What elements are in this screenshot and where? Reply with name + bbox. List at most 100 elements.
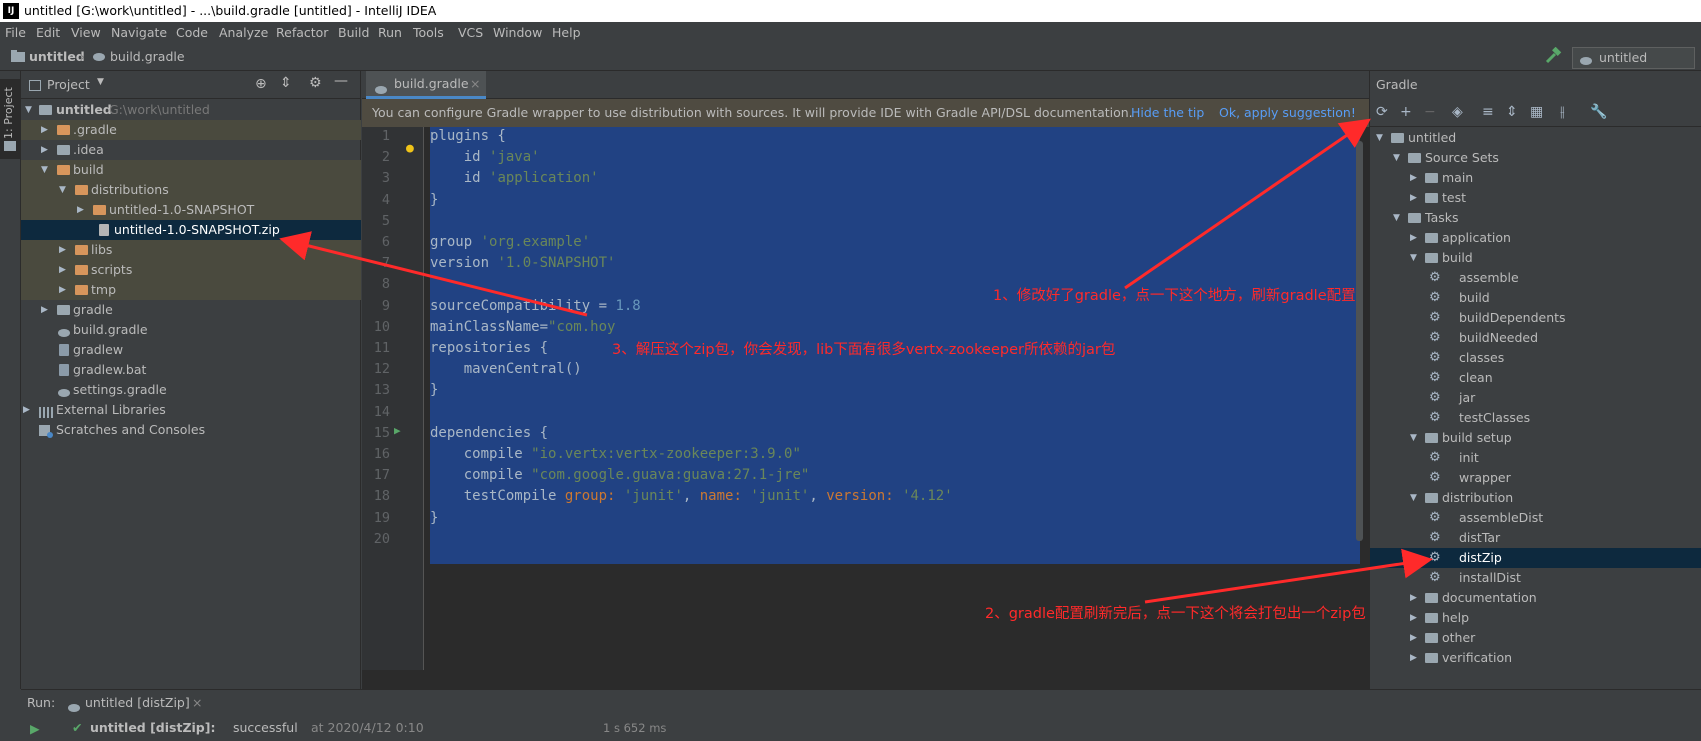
gradle-task-item[interactable]: ⚙ assemble — [1370, 268, 1701, 288]
line-number: 3 — [381, 170, 390, 186]
gradle-tree-item[interactable]: ▼ build setup — [1370, 428, 1701, 448]
menu-window[interactable]: Window — [493, 22, 542, 43]
chevron-down-icon[interactable]: ▼ — [97, 77, 104, 87]
gradle-tree-item[interactable]: ▶ main — [1370, 168, 1701, 188]
toggle-offline-icon[interactable]: ⫲ — [1560, 104, 1565, 120]
line-number: 17 — [373, 467, 390, 483]
execute-task-icon[interactable]: ◈ — [1452, 104, 1463, 120]
gradle-tree-item[interactable]: ▼ Tasks — [1370, 208, 1701, 228]
tree-item-scripts[interactable]: ▶ scripts — [21, 260, 361, 280]
gradle-tree-item[interactable]: ▶ help — [1370, 608, 1701, 628]
gradle-task-item[interactable]: ⚙ jar — [1370, 388, 1701, 408]
gradle-tree-item[interactable]: ▼ distribution — [1370, 488, 1701, 508]
gradle-task-item[interactable]: ⚙ build — [1370, 288, 1701, 308]
close-icon[interactable]: × — [470, 71, 480, 97]
menu-vcs[interactable]: VCS — [458, 22, 483, 43]
gradle-task-item[interactable]: ⚙ wrapper — [1370, 468, 1701, 488]
gradle-task-item[interactable]: ⚙ assembleDist — [1370, 508, 1701, 528]
tree-item-gradlew-bat[interactable]: gradlew.bat — [21, 360, 361, 380]
gradle-task-item[interactable]: ⚙ distZip — [1370, 548, 1701, 568]
build-hammer-icon[interactable] — [1544, 46, 1562, 68]
menu-run[interactable]: Run — [378, 22, 402, 43]
gradle-tree-item[interactable]: ▶ other — [1370, 628, 1701, 648]
gradle-task-item[interactable]: ⚙ distTar — [1370, 528, 1701, 548]
collapsed-arrow-icon: ▶ — [41, 305, 48, 315]
collapse-all-icon[interactable]: ⇕ — [280, 75, 292, 91]
code-token: 'application' — [489, 170, 599, 186]
menu-edit[interactable]: Edit — [36, 22, 60, 43]
gradle-tree-item[interactable]: ▼ build — [1370, 248, 1701, 268]
left-tool-stripe: 1: Project — [0, 71, 21, 689]
code-token: '4.12' — [902, 488, 953, 504]
wrench-icon[interactable]: 🔧 — [1590, 104, 1607, 120]
run-gutter-icon[interactable]: ▶ — [394, 424, 401, 437]
run-configuration-select[interactable]: untitled [distZip] — [1572, 47, 1695, 85]
tree-item-gradle-folder[interactable]: ▶ gradle — [21, 300, 361, 320]
expanded-arrow-icon: ▼ — [41, 165, 48, 175]
tree-item-build-gradle[interactable]: build.gradle — [21, 320, 361, 340]
gradle-tree-item[interactable]: ▼ Source Sets — [1370, 148, 1701, 168]
menu-view[interactable]: View — [71, 22, 101, 43]
collapsed-arrow-icon: ▶ — [1410, 613, 1417, 623]
minus-icon[interactable]: − — [1424, 104, 1436, 120]
lightbulb-icon[interactable]: ● — [406, 141, 414, 156]
breadcrumb-project[interactable]: untitled — [29, 49, 85, 64]
close-icon[interactable]: × — [192, 690, 202, 716]
tree-item-untitled[interactable]: ▼ untitled G:\work\untitled — [21, 100, 361, 120]
tree-item-distributions[interactable]: ▼ distributions — [21, 180, 361, 200]
gradle-task-item[interactable]: ⚙ clean — [1370, 368, 1701, 388]
locate-target-icon[interactable]: ⊕ — [255, 76, 267, 92]
expand-all-icon[interactable]: ≡ — [1482, 104, 1494, 120]
code-line: sourceCompatibility = 1.8 — [430, 298, 641, 314]
gradle-task-item[interactable]: ⚙ init — [1370, 448, 1701, 468]
menu-analyze[interactable]: Analyze — [219, 22, 268, 43]
menu-file[interactable]: File — [5, 22, 26, 43]
menu-navigate[interactable]: Navigate — [111, 22, 167, 43]
menu-code[interactable]: Code — [176, 22, 208, 43]
gradle-tree-item[interactable]: ▶ verification — [1370, 648, 1701, 668]
tree-item-snapshot-zip[interactable]: untitled-1.0-SNAPSHOT.zip — [21, 220, 361, 240]
tree-item-libs[interactable]: ▶ libs — [21, 240, 361, 260]
gradle-task-item[interactable]: ⚙ installDist — [1370, 568, 1701, 588]
menu-tools[interactable]: Tools — [413, 22, 444, 43]
tree-item-build[interactable]: ▼ build — [21, 160, 361, 180]
tree-item-untitled-snapshot[interactable]: ▶ untitled-1.0-SNAPSHOT — [21, 200, 361, 220]
zip-file-icon — [99, 224, 109, 236]
tab-build-gradle[interactable]: build.gradle × — [366, 71, 486, 99]
gradle-tree-item[interactable]: ▶ documentation — [1370, 588, 1701, 608]
gradle-task-item[interactable]: ⚙ testClasses — [1370, 408, 1701, 428]
gradle-task-item[interactable]: ⚙ classes — [1370, 348, 1701, 368]
hide-tip-link[interactable]: Hide the tip — [1131, 99, 1204, 127]
editor-scrollbar[interactable] — [1356, 141, 1363, 541]
collapse-all-icon[interactable]: ⇕ — [1506, 104, 1518, 120]
tree-item-scratches[interactable]: Scratches and Consoles — [21, 420, 361, 440]
project-view-select[interactable]: Project — [47, 77, 90, 92]
gradle-elephant-icon — [1579, 52, 1593, 72]
breadcrumb-file[interactable]: build.gradle — [110, 49, 185, 64]
plus-icon[interactable]: + — [1400, 104, 1412, 120]
apply-suggestion-link[interactable]: Ok, apply suggestion! — [1219, 99, 1356, 127]
gear-icon[interactable]: ⚙ — [309, 75, 322, 91]
gradle-tree-item[interactable]: ▶ test — [1370, 188, 1701, 208]
gradle-task-item[interactable]: ⚙ buildNeeded — [1370, 328, 1701, 348]
gradle-tree-label: distZip — [1459, 550, 1502, 565]
gradle-task-item[interactable]: ⚙ buildDependents — [1370, 308, 1701, 328]
refresh-icon[interactable]: ⟳ — [1376, 104, 1388, 120]
hide-panel-icon[interactable]: — — [334, 73, 348, 89]
gradle-tree-item[interactable]: ▶ application — [1370, 228, 1701, 248]
tree-item-gradlew[interactable]: gradlew — [21, 340, 361, 360]
menu-build[interactable]: Build — [338, 22, 369, 43]
group-modules-icon[interactable]: ▦ — [1530, 104, 1543, 120]
tree-item-external-libraries[interactable]: ▶ External Libraries — [21, 400, 361, 420]
tree-item-tmp[interactable]: ▶ tmp — [21, 280, 361, 300]
tree-item-dot-idea[interactable]: ▶ .idea — [21, 140, 361, 160]
run-tab[interactable]: untitled [distZip] — [85, 690, 190, 716]
collapsed-arrow-icon: ▶ — [59, 245, 66, 255]
menu-refactor[interactable]: Refactor — [276, 22, 328, 43]
tree-item-dot-gradle[interactable]: ▶ .gradle — [21, 120, 361, 140]
code-token: compile — [430, 446, 532, 462]
rerun-icon[interactable]: ▶ — [30, 716, 40, 741]
tree-item-settings-gradle[interactable]: settings.gradle — [21, 380, 361, 400]
menu-help[interactable]: Help — [552, 22, 581, 43]
gradle-tree-item[interactable]: ▼ untitled — [1370, 128, 1701, 148]
